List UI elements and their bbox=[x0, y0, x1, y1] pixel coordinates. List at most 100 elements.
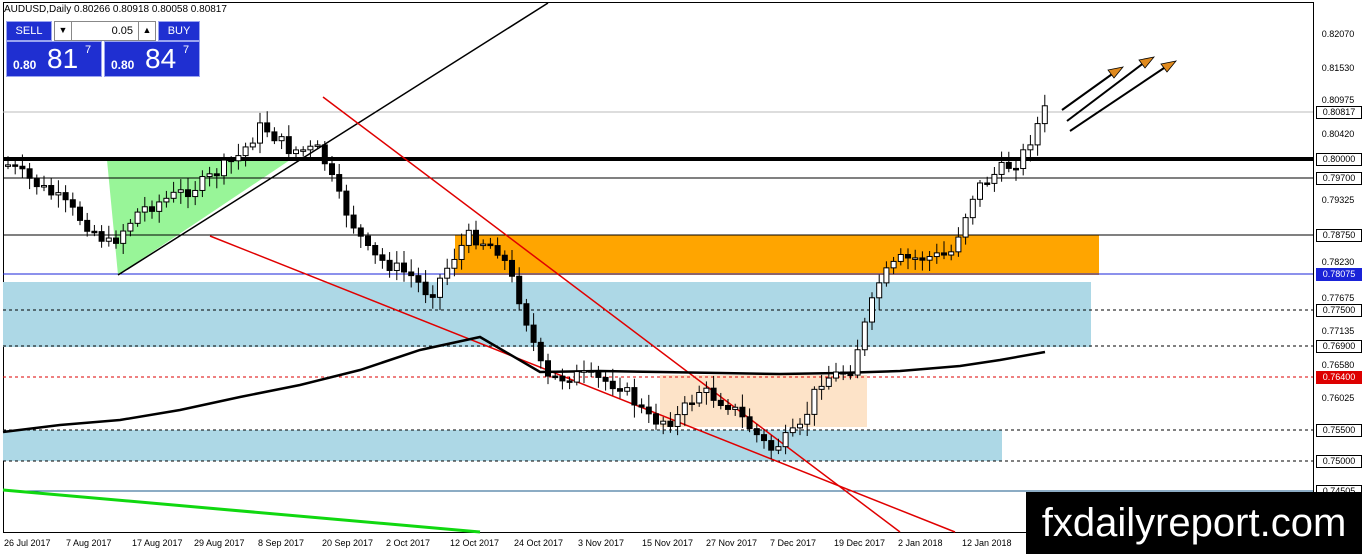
one-click-trading-panel: SELL ▼ 0.05 ▲ BUY 0.80 81 7 0.80 84 7 bbox=[6, 21, 200, 77]
level-label-75000: 0.75000 bbox=[1316, 455, 1362, 468]
bearish-candle bbox=[717, 399, 724, 406]
bearish-candle bbox=[415, 275, 422, 283]
bullish-candle bbox=[660, 420, 667, 425]
bearish-candle bbox=[667, 420, 674, 427]
bullish-candle bbox=[300, 149, 307, 152]
bearish-candle bbox=[271, 131, 278, 142]
bearish-candle bbox=[264, 122, 271, 133]
bearish-candle bbox=[768, 440, 775, 451]
bullish-candle bbox=[134, 211, 141, 224]
lot-size-input[interactable]: ▼ 0.05 ▲ bbox=[54, 21, 156, 41]
moving-average-line bbox=[2, 335, 1046, 434]
bearish-candle bbox=[840, 371, 847, 375]
bullish-candle bbox=[451, 258, 458, 269]
bearish-candle bbox=[19, 165, 26, 170]
bullish-candle bbox=[1020, 149, 1027, 170]
date-tick: 27 Nov 2017 bbox=[706, 538, 758, 548]
bearish-candle bbox=[559, 375, 566, 382]
bullish-candle bbox=[192, 189, 199, 198]
lot-size-value[interactable]: 0.05 bbox=[73, 22, 137, 40]
bearish-candle bbox=[185, 189, 191, 198]
bullish-candle bbox=[444, 267, 451, 279]
date-tick: 26 Jul 2017 bbox=[4, 538, 51, 548]
bullish-candle bbox=[869, 297, 875, 323]
bearish-candle bbox=[509, 259, 515, 277]
buy-quote[interactable]: 0.80 84 7 bbox=[104, 41, 200, 77]
bullish-candle bbox=[998, 161, 1005, 175]
bearish-candle bbox=[365, 235, 371, 246]
bullish-candle bbox=[696, 392, 703, 404]
bullish-candle bbox=[163, 197, 170, 203]
bearish-candle bbox=[941, 252, 947, 256]
lower-blue-zone bbox=[3, 430, 1002, 461]
date-tick: 29 Aug 2017 bbox=[194, 538, 245, 548]
bullish-candle bbox=[206, 173, 213, 178]
bullish-candle bbox=[991, 173, 998, 184]
bearish-candle bbox=[617, 388, 623, 392]
peach-zone bbox=[660, 375, 867, 427]
price-chart[interactable]: AUDUSD,Daily 0.80266 0.80918 0.80058 0.8… bbox=[0, 0, 1362, 554]
bullish-candle bbox=[977, 182, 983, 200]
level-label-80000: 0.80000 bbox=[1316, 153, 1362, 166]
bullish-candle bbox=[962, 217, 969, 238]
bullish-candle bbox=[782, 432, 789, 448]
bearish-candle bbox=[336, 174, 343, 192]
date-tick: 2 Oct 2017 bbox=[386, 538, 431, 548]
bullish-candle bbox=[955, 236, 962, 253]
date-tick: 24 Oct 2017 bbox=[514, 538, 564, 548]
bearish-candle bbox=[343, 190, 350, 216]
price-tick: 0.78230 bbox=[1321, 257, 1355, 267]
date-tick: 8 Sep 2017 bbox=[258, 538, 305, 548]
bearish-candle bbox=[149, 206, 155, 212]
level-label-78075: 0.78075 bbox=[1316, 268, 1362, 281]
bearish-candle bbox=[516, 275, 523, 305]
buy-price-prefix: 0.80 bbox=[111, 58, 135, 72]
buy-button[interactable]: BUY bbox=[158, 21, 200, 41]
date-tick: 15 Nov 2017 bbox=[642, 538, 694, 548]
bearish-candle bbox=[537, 341, 544, 362]
date-tick: 12 Oct 2017 bbox=[450, 538, 500, 548]
bearish-candle bbox=[638, 404, 645, 408]
bearish-candle bbox=[1013, 167, 1019, 171]
upper-blue-zone bbox=[3, 282, 1091, 347]
level-label-76400: 0.76400 bbox=[1316, 371, 1362, 384]
bearish-candle bbox=[602, 376, 609, 382]
bullish-candle bbox=[969, 198, 976, 219]
bullish-candle bbox=[41, 185, 47, 188]
bullish-candle bbox=[199, 176, 206, 191]
bullish-candle bbox=[480, 243, 487, 247]
bearish-candle bbox=[739, 406, 746, 418]
chart-canvas[interactable] bbox=[0, 0, 1362, 554]
bearish-candle bbox=[98, 231, 105, 242]
level-label-75500: 0.75500 bbox=[1316, 424, 1362, 437]
price-tick: 0.77675 bbox=[1321, 293, 1355, 303]
bearish-candle bbox=[228, 159, 235, 163]
candlestick-series bbox=[5, 94, 1048, 460]
date-tick: 3 Nov 2017 bbox=[578, 538, 625, 548]
date-tick: 7 Aug 2017 bbox=[66, 538, 112, 548]
lot-increase-icon[interactable]: ▲ bbox=[138, 22, 155, 40]
buy-price-fraction: 7 bbox=[183, 44, 190, 56]
bullish-candle bbox=[465, 229, 472, 246]
bearish-candle bbox=[530, 324, 537, 343]
bearish-candle bbox=[379, 254, 386, 261]
bullish-candle bbox=[278, 136, 285, 142]
bullish-candle bbox=[703, 387, 710, 394]
bullish-candle bbox=[314, 144, 321, 147]
buy-price-pips: 84 bbox=[145, 43, 177, 74]
bullish-candle bbox=[221, 159, 227, 177]
bullish-candle bbox=[825, 377, 832, 387]
bearish-candle bbox=[487, 243, 494, 247]
sell-button[interactable]: SELL bbox=[6, 21, 52, 41]
bullish-candle bbox=[393, 262, 400, 271]
date-tick: 17 Aug 2017 bbox=[132, 538, 183, 548]
bullish-candle bbox=[235, 155, 242, 162]
price-tick: 0.77135 bbox=[1321, 326, 1355, 336]
lot-decrease-icon[interactable]: ▼ bbox=[55, 22, 72, 40]
level-label-79700: 0.79700 bbox=[1316, 172, 1362, 185]
bearish-candle bbox=[69, 199, 76, 208]
bearish-candle bbox=[408, 271, 415, 277]
bullish-candle bbox=[926, 256, 933, 261]
sell-quote[interactable]: 0.80 81 7 bbox=[6, 41, 102, 77]
bearish-candle bbox=[84, 219, 91, 232]
